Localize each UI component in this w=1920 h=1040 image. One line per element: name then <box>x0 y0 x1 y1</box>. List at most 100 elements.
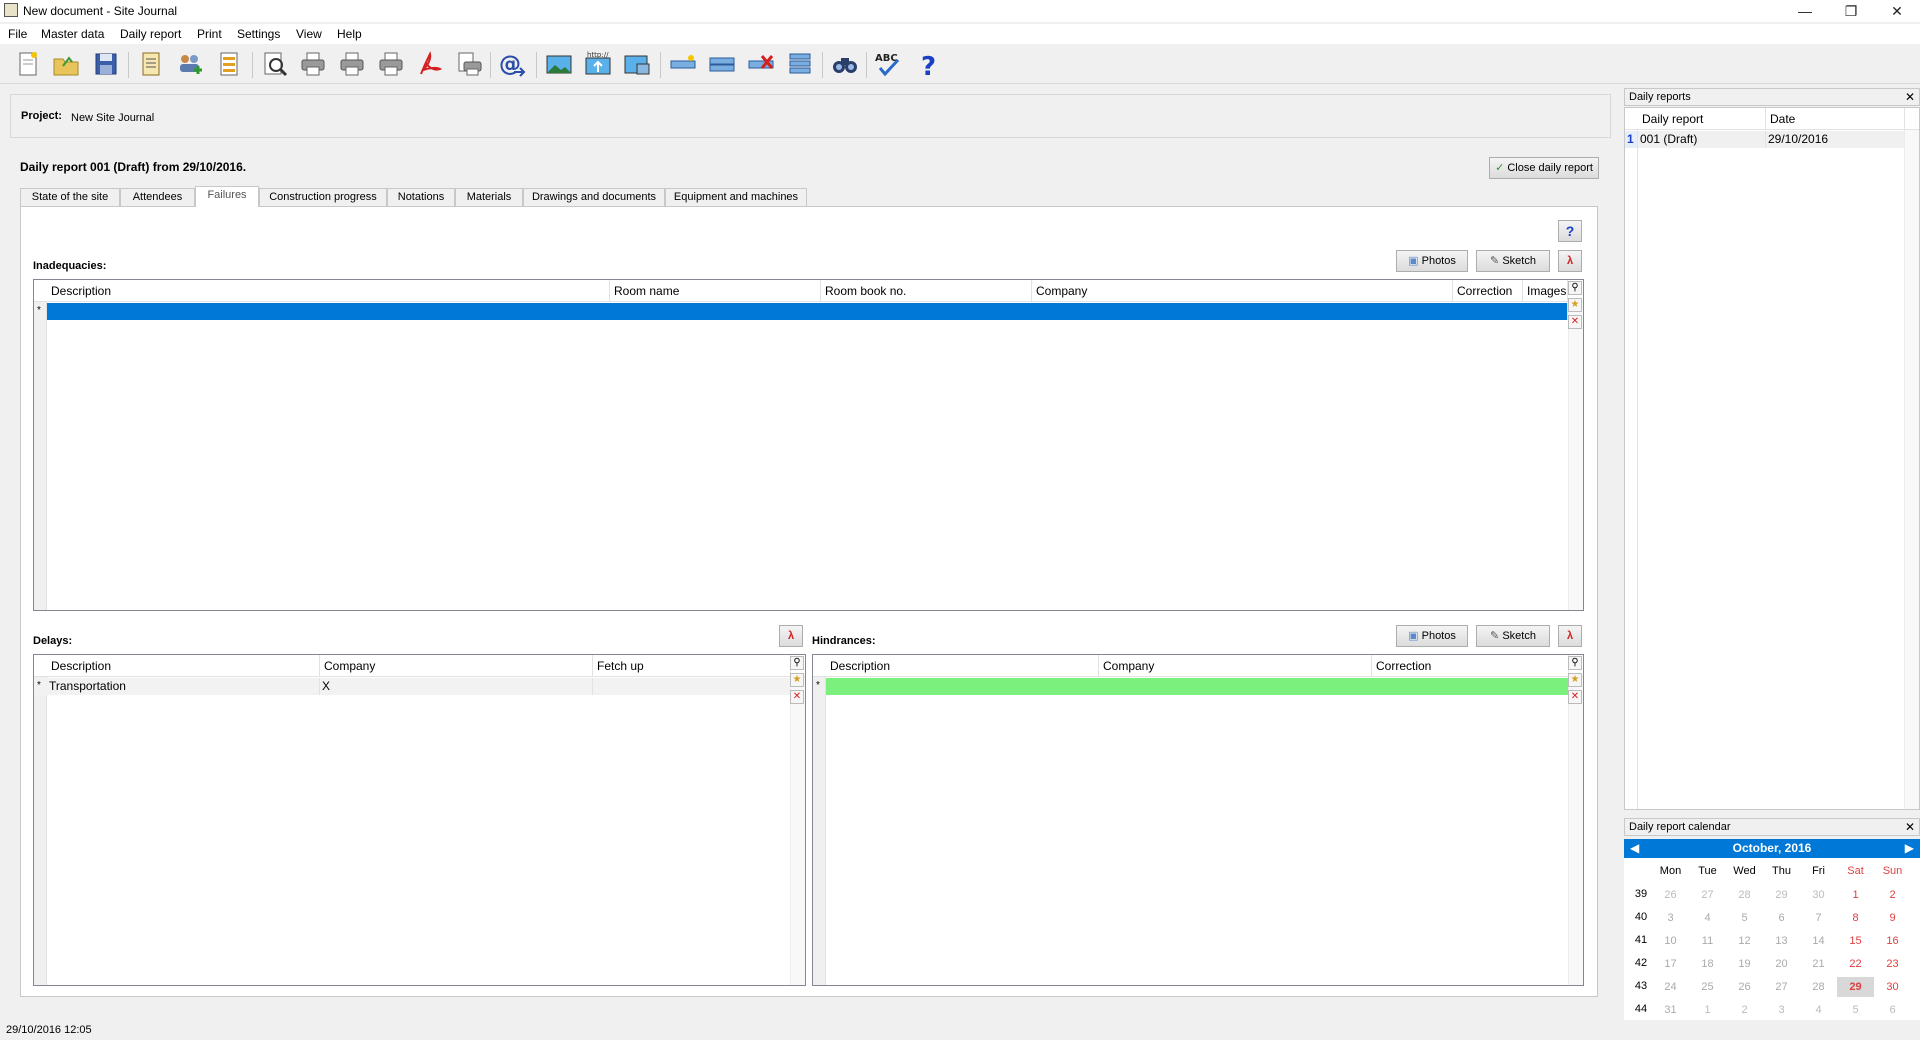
tab-state-of-site[interactable]: State of the site <box>20 188 120 207</box>
column-header[interactable]: Company <box>320 655 593 677</box>
calendar-day[interactable]: 11 <box>1689 931 1726 951</box>
calendar-day[interactable]: 14 <box>1800 931 1837 951</box>
spellcheck-icon[interactable]: ABC <box>874 50 904 78</box>
calendar-day[interactable]: 2 <box>1726 1000 1763 1020</box>
pdf-icon[interactable] <box>415 50 445 78</box>
delete-icon[interactable]: ✕ <box>1568 315 1582 329</box>
web-upload-icon[interactable]: http:// <box>583 50 613 78</box>
tab-failures[interactable]: Failures <box>195 186 259 207</box>
column-header[interactable]: Fetch up <box>593 655 791 677</box>
photos-button[interactable]: ▣ Photos <box>1396 625 1468 647</box>
calendar-day[interactable]: 10 <box>1652 931 1689 951</box>
calendar-day[interactable]: 12 <box>1726 931 1763 951</box>
table-cell[interactable]: 29/10/2016 <box>1766 131 1905 148</box>
new-row[interactable]: * <box>34 303 1568 320</box>
add-users-icon[interactable] <box>175 50 205 78</box>
calendar-day[interactable]: 19 <box>1726 954 1763 974</box>
calendar-day[interactable]: 25 <box>1689 977 1726 997</box>
add-item-icon[interactable]: ★ <box>790 673 804 687</box>
table-cell[interactable] <box>593 678 791 695</box>
calendar-day[interactable]: 21 <box>1800 954 1837 974</box>
table-cell[interactable]: Transportation <box>47 678 320 695</box>
calendar-day[interactable]: 13 <box>1763 931 1800 951</box>
table-row[interactable]: * Transportation X <box>34 678 791 695</box>
close-icon[interactable]: ✕ <box>1874 0 1920 22</box>
save-icon[interactable] <box>91 50 121 78</box>
column-header[interactable]: Description <box>47 280 610 302</box>
column-header[interactable]: Room book no. <box>821 280 1032 302</box>
tab-drawings-documents[interactable]: Drawings and documents <box>523 188 665 207</box>
add-item-icon[interactable]: ★ <box>1568 298 1582 312</box>
calendar-day[interactable]: 6 <box>1763 908 1800 928</box>
calendar-day[interactable]: 22 <box>1837 954 1874 974</box>
calendar-day[interactable]: 15 <box>1837 931 1874 951</box>
column-header[interactable]: Description <box>826 655 1099 677</box>
email-icon[interactable]: @ <box>497 50 527 78</box>
calendar-day[interactable]: 30 <box>1800 885 1837 905</box>
pdf-export-icon[interactable]: λ <box>1558 625 1582 647</box>
vertical-scrollbar[interactable] <box>1904 130 1919 809</box>
calendar-day[interactable]: 9 <box>1874 908 1911 928</box>
edit-row-icon[interactable] <box>707 50 737 78</box>
add-item-icon[interactable]: ★ <box>1568 673 1582 687</box>
calendar-day[interactable]: 17 <box>1652 954 1689 974</box>
calendar-day[interactable]: 1 <box>1837 885 1874 905</box>
add-row-icon[interactable] <box>668 50 698 78</box>
report-icon[interactable] <box>136 50 166 78</box>
print-icon[interactable] <box>298 50 328 78</box>
calendar-day[interactable]: 2 <box>1874 885 1911 905</box>
close-daily-report-button[interactable]: ✓ Close daily report <box>1489 157 1599 179</box>
menu-daily-report[interactable]: Daily report <box>120 27 181 41</box>
tab-attendees[interactable]: Attendees <box>120 188 195 207</box>
open-folder-icon[interactable] <box>51 50 81 78</box>
tab-equipment-machines[interactable]: Equipment and machines <box>665 188 807 207</box>
pdf-export-icon[interactable]: λ <box>1558 250 1582 272</box>
menu-file[interactable]: File <box>8 27 27 41</box>
vertical-scrollbar[interactable] <box>790 677 805 985</box>
calendar-day[interactable]: 24 <box>1652 977 1689 997</box>
menu-master-data[interactable]: Master data <box>41 27 104 41</box>
tab-notations[interactable]: Notations <box>387 188 455 207</box>
calendar-day[interactable]: 29 <box>1763 885 1800 905</box>
calendar-day[interactable]: 5 <box>1837 1000 1874 1020</box>
calendar-day[interactable]: 6 <box>1874 1000 1911 1020</box>
menu-print[interactable]: Print <box>197 27 222 41</box>
selected-row-cell[interactable] <box>826 678 1569 695</box>
calendar-day[interactable]: 4 <box>1800 1000 1837 1020</box>
calendar-day[interactable]: 26 <box>1652 885 1689 905</box>
calendar-day[interactable]: 5 <box>1726 908 1763 928</box>
vertical-scrollbar[interactable] <box>1568 677 1583 985</box>
calendar-day[interactable]: 31 <box>1652 1000 1689 1020</box>
pdf-export-icon[interactable]: λ <box>779 625 803 647</box>
preview-icon[interactable] <box>259 50 289 78</box>
sketch-button[interactable]: ✎ Sketch <box>1476 250 1550 272</box>
calendar-day[interactable]: 4 <box>1689 908 1726 928</box>
calendar-day[interactable]: 28 <box>1726 885 1763 905</box>
vertical-scrollbar[interactable] <box>1568 302 1583 610</box>
selected-row-cell[interactable] <box>47 303 1568 320</box>
delete-row-icon[interactable] <box>746 50 776 78</box>
prev-month-icon[interactable]: ◀ <box>1630 839 1639 858</box>
calendar-day[interactable]: 28 <box>1800 977 1837 997</box>
find-icon[interactable] <box>830 50 860 78</box>
menu-help[interactable]: Help <box>337 27 362 41</box>
column-header[interactable]: Room name <box>610 280 821 302</box>
calendar-day[interactable]: 27 <box>1689 885 1726 905</box>
image-icon[interactable] <box>544 50 574 78</box>
help-button[interactable]: ? <box>1558 220 1582 242</box>
calendar-day[interactable]: 20 <box>1763 954 1800 974</box>
column-header[interactable]: Daily report <box>1638 108 1766 130</box>
next-month-icon[interactable]: ▶ <box>1905 839 1914 858</box>
calendar-day[interactable]: 18 <box>1689 954 1726 974</box>
calendar-day[interactable]: 3 <box>1763 1000 1800 1020</box>
search-icon[interactable]: ⚲ <box>1568 656 1582 670</box>
calendar-day[interactable]: 27 <box>1763 977 1800 997</box>
search-icon[interactable]: ⚲ <box>790 656 804 670</box>
new-document-icon[interactable] <box>13 50 43 78</box>
calendar-day[interactable]: 1 <box>1689 1000 1726 1020</box>
photos-button[interactable]: ▣ Photos <box>1396 250 1468 272</box>
delete-icon[interactable]: ✕ <box>1568 690 1582 704</box>
tab-materials[interactable]: Materials <box>455 188 523 207</box>
column-header[interactable]: Description <box>47 655 320 677</box>
sketch-button[interactable]: ✎ Sketch <box>1476 625 1550 647</box>
